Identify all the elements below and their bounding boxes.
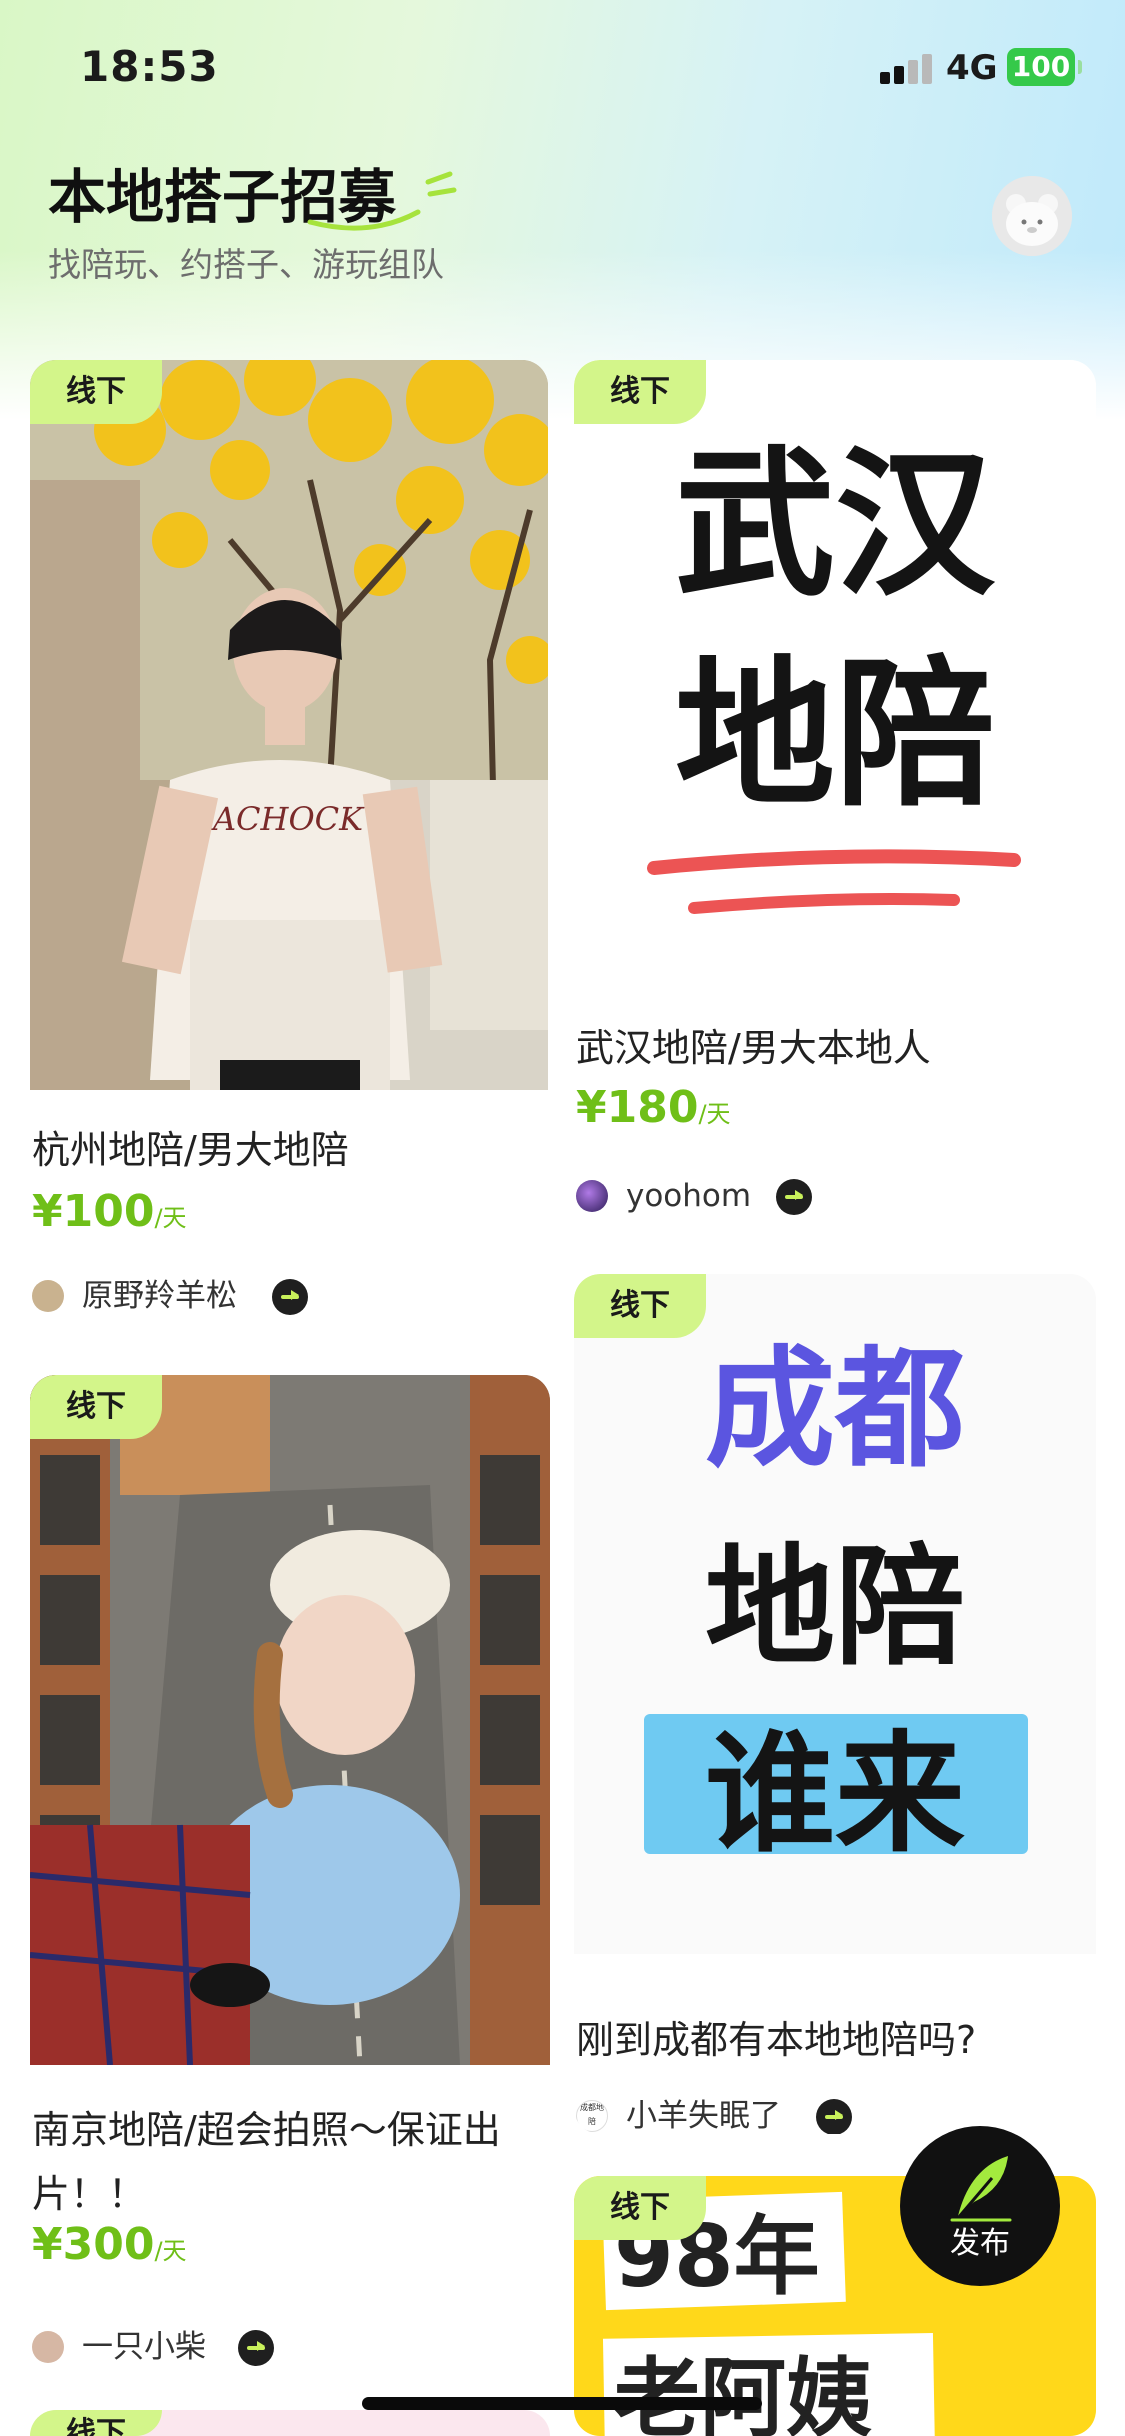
post-card[interactable]: 线下: [30, 2410, 550, 2436]
price-value: ¥100: [32, 1186, 155, 1237]
author-name: 一只小柴: [82, 2329, 206, 2365]
offline-tag: 线下: [574, 360, 706, 424]
cover-line-2: 地陪: [675, 641, 995, 828]
post-price: ¥100/天: [32, 1186, 187, 1237]
post-title: 杭州地陪/男大地陪: [32, 1128, 349, 1172]
price-unit: /天: [154, 2237, 187, 2265]
arrow-right-icon[interactable]: [272, 1279, 308, 1315]
author-name: 小羊失眠了: [626, 2098, 781, 2134]
arrow-right-icon[interactable]: [776, 1179, 812, 1215]
battery-icon: 100: [1007, 48, 1082, 86]
price-value: ¥180: [576, 1082, 699, 1133]
post-photo: [30, 1375, 550, 2065]
arrow-right-icon[interactable]: [816, 2099, 852, 2134]
price-unit: /天: [698, 1100, 731, 1128]
publish-label: 发布: [950, 2226, 1010, 2261]
post-card[interactable]: ACHOCK 线下 杭州地陪/男大地陪 ¥100/天 原野羚羊松: [30, 360, 548, 1320]
price-value: ¥300: [32, 2219, 155, 2270]
network-type: 4G: [946, 48, 998, 88]
post-author[interactable]: yoohom: [576, 1176, 1076, 1216]
post-price: ¥300/天: [32, 2219, 187, 2270]
cover-line-2: 地陪: [705, 1531, 965, 1683]
status-time: 18:53: [80, 42, 219, 91]
post-author[interactable]: 一只小柴: [32, 2327, 532, 2367]
post-title: 武汉地陪/男大本地人: [576, 1026, 931, 1070]
author-name: 原野羚羊松: [82, 1278, 237, 1314]
post-cover-image: 武汉 地陪: [574, 360, 1096, 960]
author-avatar: [32, 1280, 64, 1312]
user-avatar[interactable]: [992, 176, 1072, 256]
battery-level: 100: [1011, 50, 1071, 83]
offline-tag: 线下: [574, 2176, 706, 2240]
post-photo: ACHOCK: [30, 360, 548, 1090]
author-avatar-text: 成都地陪: [580, 2103, 604, 2126]
cover-line-3: 谁来: [705, 1718, 965, 1870]
title-underline-decoration: [307, 171, 457, 231]
page-subtitle: 找陪玩、约搭子、游玩组队: [48, 245, 444, 284]
feather-quill-icon: [950, 2156, 1012, 2222]
price-unit: /天: [154, 1204, 187, 1232]
status-bar: 18:53 4G 100: [0, 0, 1125, 130]
post-author[interactable]: 原野羚羊松: [32, 1276, 532, 1316]
offline-tag: 线下: [574, 1274, 706, 1338]
cover-line-2: 老阿姨: [614, 2349, 872, 2436]
post-card[interactable]: 武汉 地陪 线下 武汉地陪/男大本地人 ¥180/天 yoohom: [574, 360, 1096, 1240]
author-name: yoohom: [626, 1178, 752, 1214]
signal-icon: [880, 54, 936, 84]
author-avatar: [32, 2331, 64, 2363]
author-avatar: 成都地陪: [576, 2100, 608, 2132]
post-title: 刚到成都有本地地陪吗?: [576, 2018, 977, 2062]
offline-tag: 线下: [30, 2410, 162, 2436]
cover-line-1: 成都: [705, 1333, 965, 1485]
bear-avatar-icon: [992, 176, 1072, 256]
post-card[interactable]: 线下 南京地陪/超会拍照～保证出片！！ ¥300/天 一只小柴: [30, 1375, 550, 2395]
post-title: 南京地陪/超会拍照～保证出片！！: [32, 2108, 501, 2216]
author-avatar: [576, 1180, 608, 1212]
shirt-print-text: ACHOCK: [210, 800, 365, 838]
offline-tag: 线下: [30, 1375, 162, 1439]
post-cover-image: 成都 地陪 谁来: [574, 1274, 1096, 1954]
post-card[interactable]: 成都 地陪 谁来 线下 刚到成都有本地地陪吗? 成都地陪 小羊失眠了: [574, 1274, 1096, 2134]
home-indicator[interactable]: [362, 2397, 762, 2410]
arrow-right-icon[interactable]: [238, 2330, 274, 2366]
cover-line-1: 武汉: [675, 431, 996, 618]
offline-tag: 线下: [30, 360, 162, 424]
post-price: ¥180/天: [576, 1082, 731, 1133]
publish-button[interactable]: 发布: [900, 2126, 1060, 2286]
